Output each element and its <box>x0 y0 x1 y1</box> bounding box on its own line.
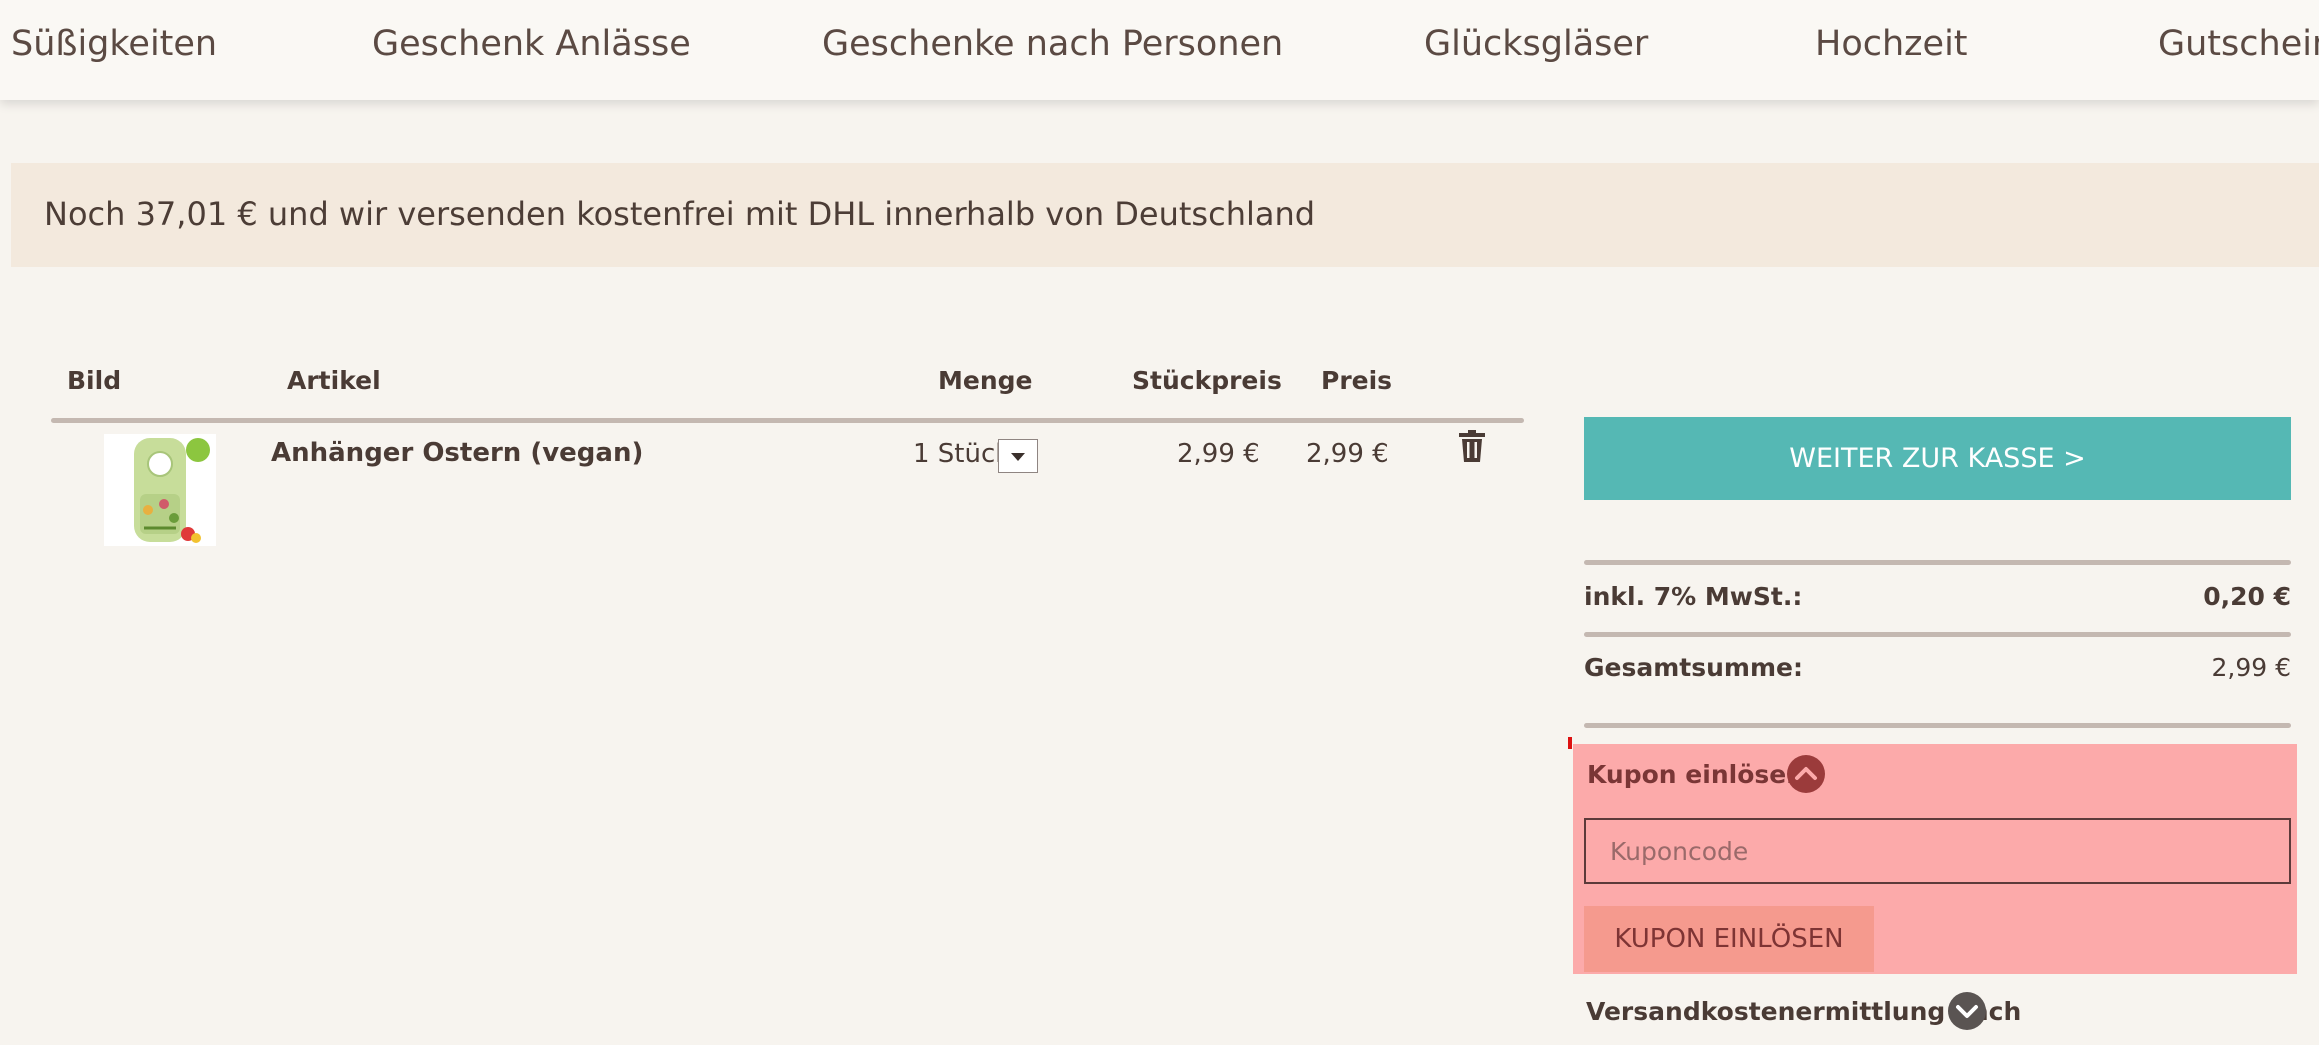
summary-divider-top <box>1584 560 2291 565</box>
nav-item-gluecksglaeser[interactable]: Glücksgläser <box>1424 24 1648 64</box>
total-value: 2,99 € <box>2211 653 2291 682</box>
total-label: Gesamtsumme: <box>1584 653 1803 682</box>
column-header-quantity: Menge <box>938 366 1033 395</box>
product-image[interactable] <box>104 434 216 546</box>
checkout-button[interactable]: WEITER ZUR KASSE > <box>1584 417 2291 500</box>
main-navigation: Süßigkeiten Geschenk Anlässe Geschenke n… <box>0 0 2319 100</box>
trash-icon[interactable] <box>1459 430 1485 462</box>
column-header-image: Bild <box>67 366 122 395</box>
product-name-link[interactable]: Anhänger Ostern (vegan) <box>271 438 643 468</box>
nav-item-gutschein[interactable]: Gutschein <box>2158 24 2319 64</box>
free-shipping-text: Noch 37,01 € und wir versenden kostenfre… <box>44 195 1316 233</box>
free-shipping-notice: Noch 37,01 € und wir versenden kostenfre… <box>11 163 2319 267</box>
quantity-dropdown[interactable] <box>998 439 1038 473</box>
chevron-up-icon[interactable] <box>1787 755 1825 793</box>
redeem-coupon-button[interactable]: KUPON EINLÖSEN <box>1584 906 1874 972</box>
nav-item-geschenk-anlaesse[interactable]: Geschenk Anlässe <box>372 24 691 64</box>
focus-marker <box>1568 737 1572 749</box>
price-value: 2,99 € <box>1306 439 1389 469</box>
nav-item-geschenke-nach-personen[interactable]: Geschenke nach Personen <box>822 24 1283 64</box>
table-header-divider <box>51 418 1524 423</box>
tax-value: 0,20 € <box>2203 582 2291 611</box>
coupon-title[interactable]: Kupon einlösen <box>1587 760 1804 789</box>
summary-divider-middle <box>1584 632 2291 637</box>
chevron-down-icon[interactable] <box>1948 992 1986 1030</box>
tax-label: inkl. 7% MwSt.: <box>1584 582 1803 611</box>
column-header-unit-price: Stückpreis <box>1132 366 1282 395</box>
quantity-value: 1 Stück <box>913 439 1011 469</box>
coupon-code-input[interactable] <box>1584 818 2291 884</box>
column-header-article: Artikel <box>287 366 381 395</box>
summary-divider-bottom <box>1584 723 2291 728</box>
column-header-price: Preis <box>1321 366 1393 395</box>
nav-item-hochzeit[interactable]: Hochzeit <box>1815 24 1968 64</box>
nav-item-suessigkeiten[interactable]: Süßigkeiten <box>11 24 217 64</box>
unit-price-value: 2,99 € <box>1177 439 1260 469</box>
